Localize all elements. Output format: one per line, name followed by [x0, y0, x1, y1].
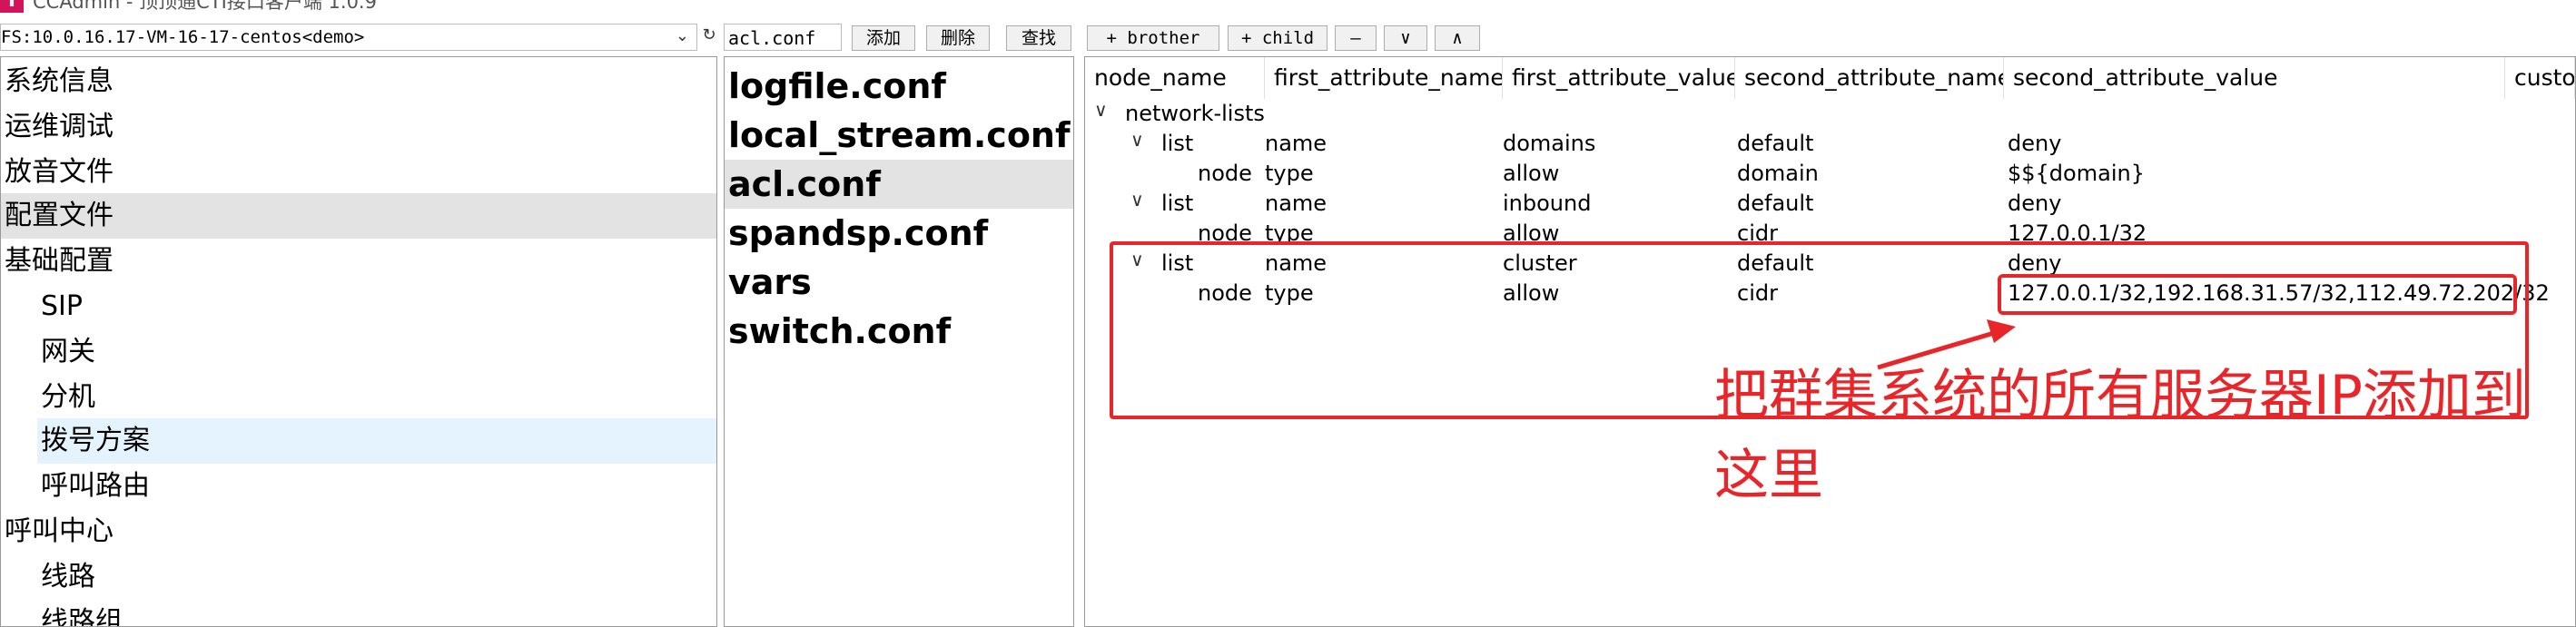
- nav-item-config-files[interactable]: 配置文件: [1, 193, 716, 239]
- column-header[interactable]: first_attribute_value: [1503, 57, 1735, 99]
- remove-node-button[interactable]: —: [1335, 25, 1377, 51]
- nav-item-line-groups[interactable]: 线路组: [1, 600, 716, 626]
- delete-button[interactable]: 删除: [926, 25, 990, 51]
- add-button[interactable]: 添加: [852, 25, 915, 51]
- column-header[interactable]: second_attribute_value: [2004, 57, 2505, 99]
- file-item[interactable]: switch.conf: [725, 307, 1073, 356]
- refresh-icon[interactable]: ↻: [699, 25, 719, 47]
- nav-item-dialplan[interactable]: 拨号方案: [37, 418, 716, 464]
- file-item[interactable]: spandsp.conf: [725, 209, 1073, 258]
- annotation-box-ip-list: [1998, 274, 2517, 315]
- column-header[interactable]: first_attribute_name: [1265, 57, 1503, 99]
- column-header[interactable]: custom: [2505, 57, 2575, 99]
- app-logo-icon: T: [0, 0, 24, 13]
- nav-item-extension[interactable]: 分机: [1, 375, 716, 420]
- toolbar: FS:10.0.16.17-VM-16-17-centos<demo> ⌄ ↻ …: [0, 22, 2576, 54]
- file-item[interactable]: logfile.conf: [725, 62, 1073, 111]
- nav-panel: 系统信息 运维调试 放音文件 配置文件 基础配置 SIP 网关 分机 拨号方案 …: [0, 56, 717, 627]
- nav-item-system-info[interactable]: 系统信息: [1, 59, 716, 104]
- title-bar: T CCAdmin - 顶顶通CTI接口客户端 1.0.9: [0, 0, 2576, 13]
- annotation-text: 把群集系统的所有服务器IP添加到这里: [1714, 364, 2526, 507]
- nav-item-ops-debug[interactable]: 运维调试: [1, 104, 716, 150]
- tree-row[interactable]: node type allow domain $${domain}: [1085, 159, 2575, 189]
- nav-item-gateway[interactable]: 网关: [1, 329, 716, 375]
- window-title: CCAdmin - 顶顶通CTI接口客户端 1.0.9: [33, 0, 377, 13]
- file-item-selected[interactable]: acl.conf: [725, 160, 1073, 209]
- column-header[interactable]: second_attribute_name: [1735, 57, 2004, 99]
- nav-item-call-center[interactable]: 呼叫中心: [1, 509, 716, 554]
- tree-row[interactable]: ∨ network-lists: [1085, 99, 2575, 129]
- fs-server-select[interactable]: FS:10.0.16.17-VM-16-17-centos<demo> ⌄: [0, 24, 697, 51]
- nav-item-basic-config[interactable]: 基础配置: [1, 239, 716, 284]
- tree-row[interactable]: ∨ list name domains default deny: [1085, 129, 2575, 159]
- move-down-button[interactable]: ∨: [1384, 25, 1427, 51]
- chevron-down-icon[interactable]: ∨: [1130, 189, 1144, 211]
- column-header[interactable]: node_name: [1085, 57, 1265, 99]
- add-brother-button[interactable]: + brother: [1087, 25, 1219, 51]
- nav-item-sip[interactable]: SIP: [1, 284, 716, 329]
- chevron-down-icon[interactable]: ⌄: [676, 26, 689, 45]
- move-up-button[interactable]: ∧: [1435, 25, 1480, 51]
- add-child-button[interactable]: + child: [1228, 25, 1327, 51]
- find-button[interactable]: 查找: [1006, 25, 1071, 51]
- nav-item-call-routing[interactable]: 呼叫路由: [1, 464, 716, 509]
- nav-item-lines[interactable]: 线路: [1, 554, 716, 600]
- chevron-down-icon[interactable]: ∨: [1130, 129, 1144, 151]
- config-file-list: logfile.conf local_stream.conf acl.conf …: [724, 56, 1074, 627]
- nav-item-audio-files[interactable]: 放音文件: [1, 150, 716, 195]
- fs-server-value: FS:10.0.16.17-VM-16-17-centos<demo>: [1, 27, 365, 47]
- tree-row[interactable]: ∨ list name inbound default deny: [1085, 189, 2575, 219]
- config-file-input[interactable]: acl.conf: [724, 24, 842, 51]
- file-item[interactable]: vars: [725, 258, 1073, 307]
- chevron-down-icon[interactable]: ∨: [1094, 99, 1108, 121]
- file-item[interactable]: local_stream.conf: [725, 111, 1073, 160]
